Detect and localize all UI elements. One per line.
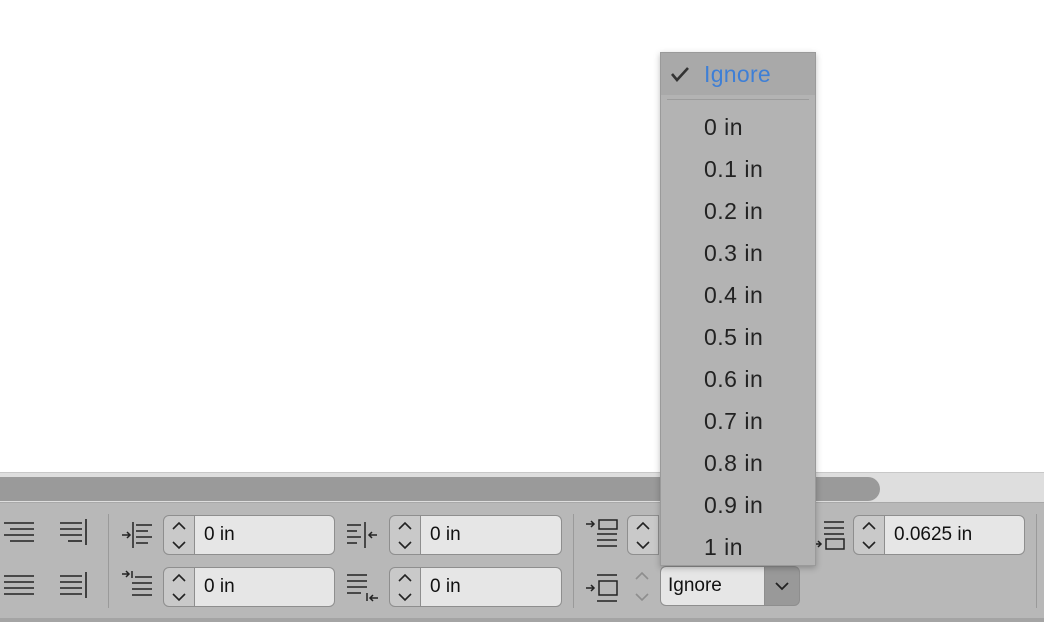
right-indent-icon: [345, 518, 379, 552]
chevron-down-icon[interactable]: [164, 535, 194, 554]
chevron-up-icon[interactable]: [390, 516, 420, 535]
horizontal-scrollbar[interactable]: [0, 472, 1044, 502]
justify-all-icon[interactable]: [2, 569, 36, 603]
justify-last-right-icon[interactable]: [56, 516, 90, 550]
menu-item[interactable]: 0.4 in: [704, 282, 763, 309]
space-before-icon: [585, 518, 619, 552]
menu-item-label: Ignore: [704, 61, 772, 87]
menu-item[interactable]: 0.7 in: [704, 408, 763, 435]
first-line-indent-stepper[interactable]: [163, 567, 195, 607]
chevron-up-icon[interactable]: [390, 568, 420, 587]
first-line-indent-input[interactable]: 0 in: [195, 567, 335, 607]
align-to-grid-menu: Ignore 0 in 0.1 in 0.2 in 0.3 in 0.4 in …: [660, 52, 816, 566]
justify-all-lines-icon[interactable]: [56, 569, 90, 603]
document-canvas: [0, 0, 1044, 472]
space-after-input[interactable]: 0.0625 in: [885, 515, 1025, 555]
first-line-indent-icon: [120, 569, 154, 603]
align-to-grid-select[interactable]: Ignore: [660, 566, 764, 606]
last-line-indent-icon: [345, 569, 379, 603]
menu-divider: [667, 99, 809, 100]
menu-item[interactable]: 0.1 in: [704, 156, 763, 183]
chevron-up-icon: [627, 566, 657, 585]
chevron-up-icon[interactable]: [164, 568, 194, 587]
menu-item-selected[interactable]: Ignore: [661, 53, 815, 95]
space-after-stepper[interactable]: [853, 515, 885, 555]
chevron-down-icon[interactable]: [390, 587, 420, 606]
menu-item[interactable]: 0.8 in: [704, 450, 763, 477]
panel-separator: [108, 514, 109, 608]
menu-item[interactable]: 0.5 in: [704, 324, 763, 351]
chevron-up-icon[interactable]: [854, 516, 884, 535]
checkmark-icon: [671, 67, 689, 82]
menu-item[interactable]: 0.9 in: [704, 492, 763, 519]
align-to-grid-stepper: [627, 566, 657, 606]
panel-separator: [1036, 514, 1037, 608]
chevron-down-icon[interactable]: [854, 535, 884, 554]
last-line-indent-stepper[interactable]: [389, 567, 421, 607]
menu-item[interactable]: 0.6 in: [704, 366, 763, 393]
left-indent-stepper[interactable]: [163, 515, 195, 555]
chevron-up-icon[interactable]: [628, 516, 658, 535]
panel-separator: [573, 514, 574, 608]
menu-item[interactable]: 0 in: [704, 114, 743, 141]
align-right-icon[interactable]: [2, 516, 36, 550]
menu-item[interactable]: 1 in: [704, 534, 743, 561]
chevron-down-icon[interactable]: [390, 535, 420, 554]
left-indent-input[interactable]: 0 in: [195, 515, 335, 555]
left-indent-icon: [120, 518, 154, 552]
chevron-down-icon: [627, 587, 657, 606]
space-before-stepper[interactable]: [627, 515, 659, 555]
last-line-indent-input[interactable]: 0 in: [421, 567, 562, 607]
chevron-up-icon[interactable]: [164, 516, 194, 535]
menu-item[interactable]: 0.3 in: [704, 240, 763, 267]
chevron-down-icon: [775, 582, 789, 591]
space-after-icon: [812, 518, 846, 552]
panel-bottom-edge: [0, 618, 1044, 622]
right-indent-stepper[interactable]: [389, 515, 421, 555]
right-indent-input[interactable]: 0 in: [421, 515, 562, 555]
align-to-grid-dropdown-button[interactable]: [764, 566, 800, 606]
chevron-down-icon[interactable]: [628, 535, 658, 554]
align-to-grid-icon: [585, 571, 619, 605]
menu-item[interactable]: 0.2 in: [704, 198, 763, 225]
chevron-down-icon[interactable]: [164, 587, 194, 606]
